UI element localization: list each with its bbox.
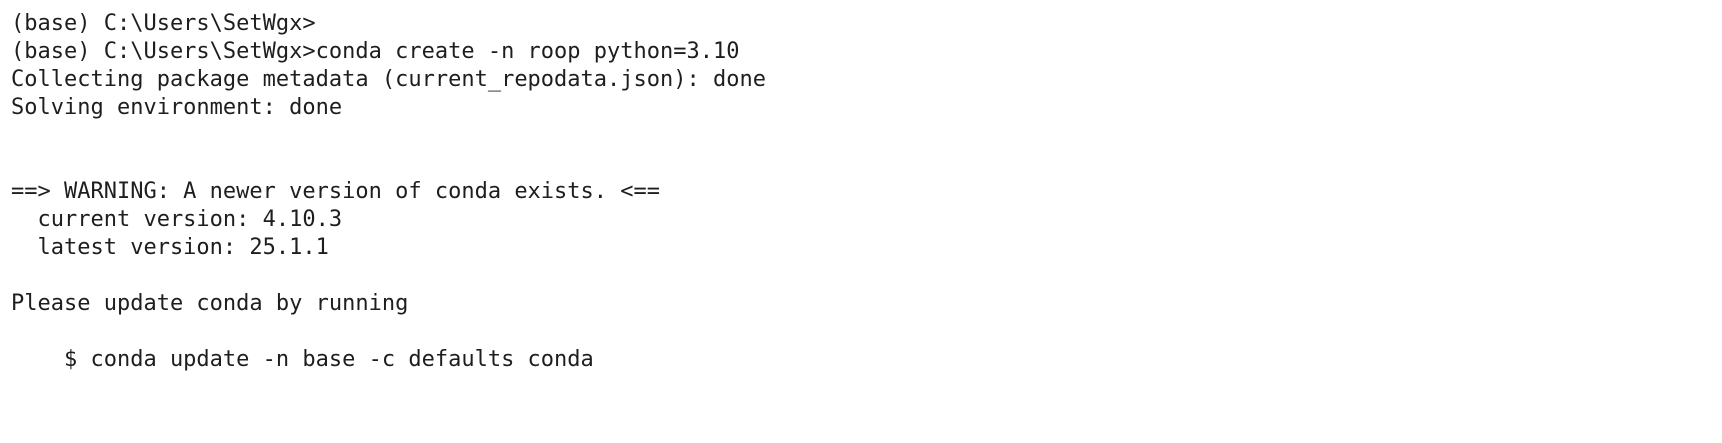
update-instruction-line: Please update conda by running bbox=[11, 291, 409, 316]
prompt-line: (base) C:\Users\SetWgx> bbox=[11, 11, 316, 36]
terminal-window[interactable]: (base) C:\Users\SetWgx> (base) C:\Users\… bbox=[0, 0, 1722, 443]
update-command-line: $ conda update -n base -c defaults conda bbox=[11, 347, 594, 372]
current-version-line: current version: 4.10.3 bbox=[11, 207, 343, 232]
warning-line: ==> WARNING: A newer version of conda ex… bbox=[11, 179, 661, 204]
output-line: Collecting package metadata (current_rep… bbox=[11, 67, 766, 92]
latest-version-line: latest version: 25.1.1 bbox=[11, 235, 329, 260]
command-line: (base) C:\Users\SetWgx>conda create -n r… bbox=[11, 39, 740, 64]
output-line: Solving environment: done bbox=[11, 95, 343, 120]
